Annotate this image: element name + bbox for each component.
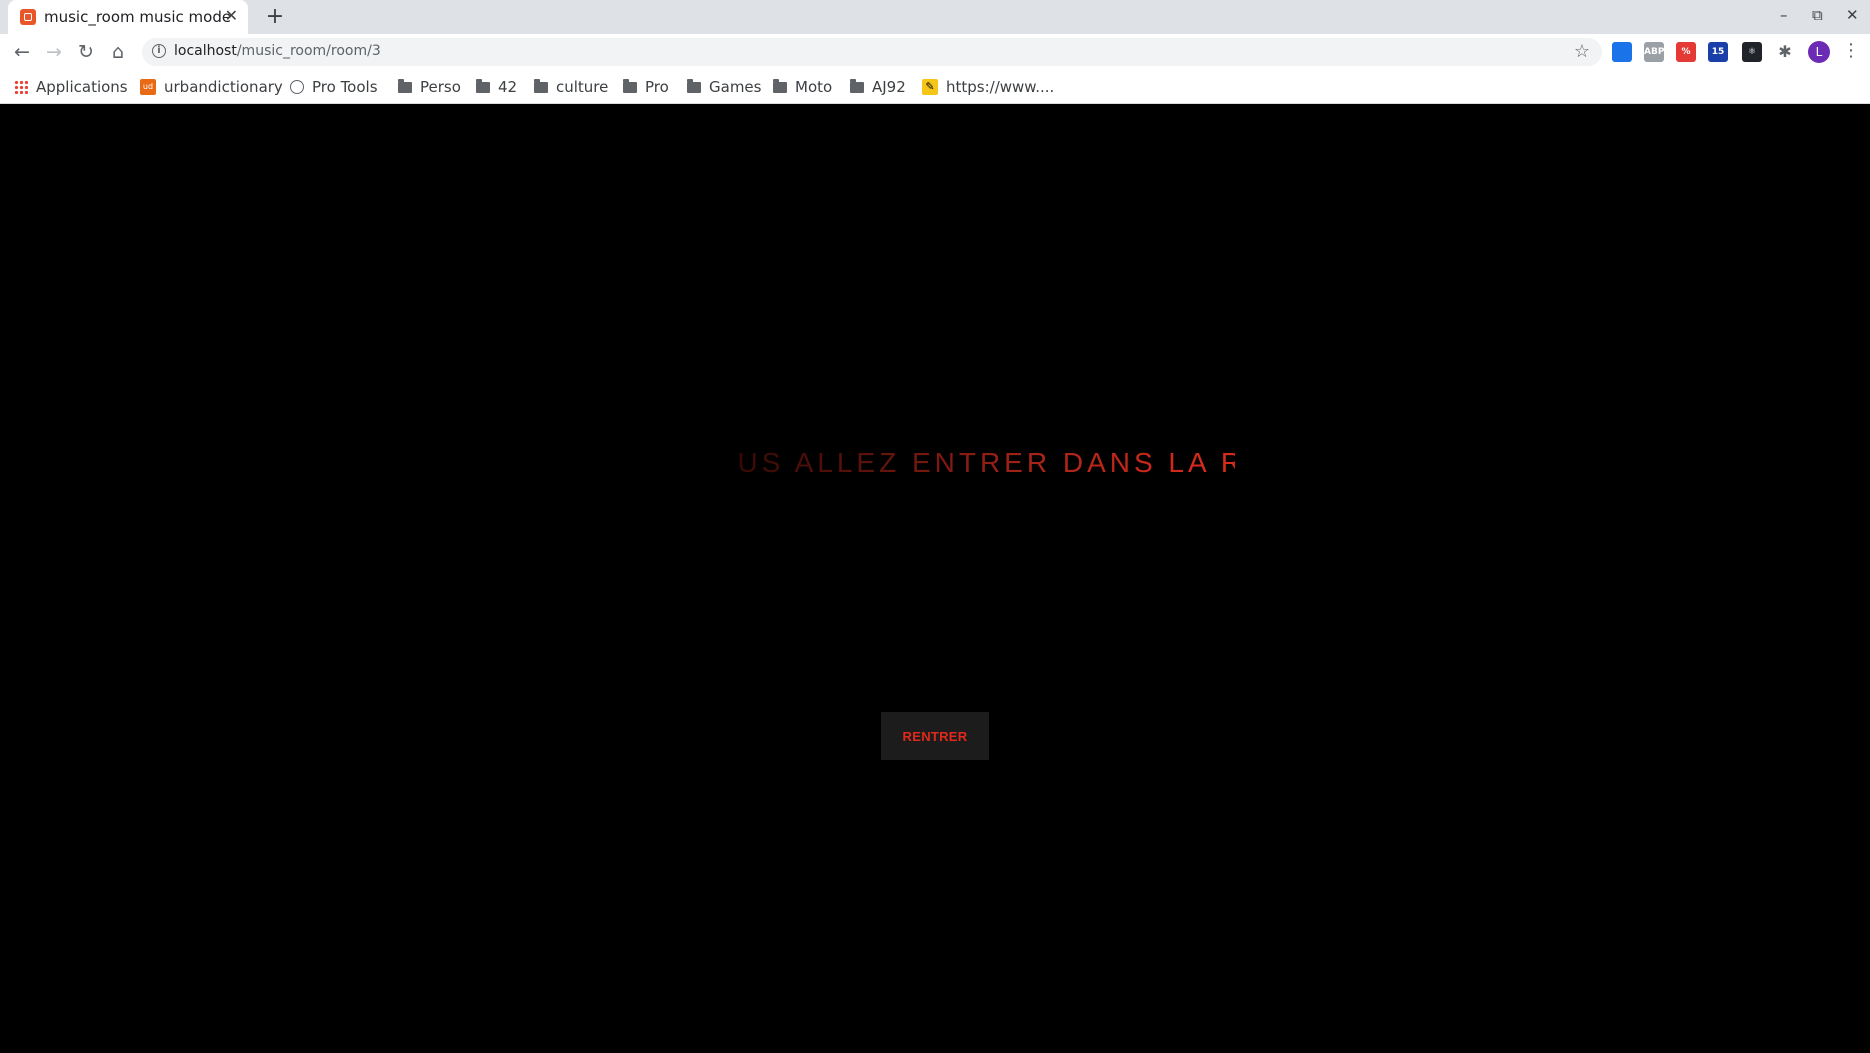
graduation-extension-icon[interactable]: 15: [1708, 42, 1728, 62]
pdf-extension-icon[interactable]: %: [1676, 42, 1696, 62]
bookmark-aj92[interactable]: AJ92: [850, 77, 906, 97]
bookmark-label: culture: [556, 78, 609, 96]
minimize-button[interactable]: –: [1780, 6, 1788, 24]
address-bar[interactable]: i localhost/music_room/room/3 ☆: [142, 38, 1602, 66]
new-tab-button[interactable]: +: [262, 4, 288, 29]
bookmark-urbandictionary[interactable]: ud urbandictionary: [140, 77, 283, 97]
restore-button[interactable]: ⧉: [1812, 6, 1823, 24]
bookmark-label: https://www....: [946, 78, 1055, 96]
forward-arrow-icon[interactable]: →: [42, 40, 66, 64]
bookmark-label: Perso: [420, 78, 461, 96]
page-content: [0, 104, 1870, 1053]
folder-icon: [476, 78, 490, 93]
folder-icon: [773, 78, 787, 93]
folder-icon: [623, 78, 637, 93]
bookmark-label: AJ92: [872, 78, 906, 96]
marquee-text: VOUS ALLEZ ENTRER DANS LA ROOM: [735, 447, 1235, 479]
pen-icon: ✎: [922, 79, 938, 95]
bookmarks-bar: Applications ud urbandictionary Pro Tools Pe…: [0, 70, 1870, 104]
folder-icon: [398, 78, 412, 93]
bookmark-label: urbandictionary: [164, 78, 283, 96]
bookmark-moto[interactable]: Moto: [773, 77, 832, 97]
bookmark-label: Pro: [645, 78, 669, 96]
bookmark-label: Pro Tools: [312, 78, 378, 96]
tab-strip: music_room music mode ✕ + – ⧉ ✕: [0, 0, 1870, 34]
close-window-button[interactable]: ✕: [1846, 6, 1859, 24]
close-tab-icon[interactable]: ✕: [225, 6, 238, 25]
bookmark-star-icon[interactable]: ☆: [1574, 41, 1590, 62]
bookmark-games[interactable]: Games: [687, 77, 761, 97]
reload-icon[interactable]: ↻: [74, 40, 98, 64]
globe-icon: [290, 80, 304, 94]
url-path: /music_room/room/3: [236, 43, 381, 59]
browser-menu-icon[interactable]: ⋮: [1842, 40, 1860, 61]
bookmark-42[interactable]: 42: [476, 77, 517, 97]
browser-toolbar: ← → ↻ ⌂ i localhost/music_room/room/3 ☆ …: [0, 34, 1870, 70]
bookmark-pro-tools[interactable]: Pro Tools: [290, 77, 378, 97]
urbandictionary-icon: ud: [140, 79, 156, 95]
tab-favicon-icon: [20, 9, 36, 25]
folder-icon: [850, 78, 864, 93]
window-extension-icon[interactable]: [1612, 42, 1632, 62]
home-icon[interactable]: ⌂: [106, 40, 130, 64]
folder-icon: [687, 78, 701, 93]
site-info-icon[interactable]: i: [152, 44, 166, 58]
enter-room-button[interactable]: RENTRER: [881, 712, 989, 760]
react-devtools-icon[interactable]: ⚛: [1742, 42, 1762, 62]
bookmark-https-www[interactable]: ✎ https://www....: [922, 77, 1054, 97]
bookmark-label: Moto: [795, 78, 833, 96]
bookmark-label: 42: [498, 78, 518, 96]
bookmark-perso[interactable]: Perso: [398, 77, 461, 97]
extensions-puzzle-icon[interactable]: ✱: [1775, 42, 1795, 62]
folder-icon: [534, 78, 548, 93]
tab-title: music_room music mode: [44, 8, 232, 26]
active-tab[interactable]: music_room music mode ✕: [8, 0, 248, 34]
apps-grid-icon: [14, 80, 28, 94]
url-text[interactable]: localhost/music_room/room/3: [174, 43, 381, 59]
adblock-plus-icon[interactable]: ABP: [1644, 42, 1664, 62]
bookmark-applications[interactable]: Applications: [14, 77, 128, 97]
profile-avatar[interactable]: L: [1808, 41, 1830, 63]
bookmark-label: Applications: [36, 78, 128, 96]
bookmark-label: Games: [709, 78, 762, 96]
marquee-container: VOUS ALLEZ ENTRER DANS LA ROOM: [735, 445, 1235, 485]
bookmark-pro[interactable]: Pro: [623, 77, 669, 97]
bookmark-culture[interactable]: culture: [534, 77, 608, 97]
url-host: localhost: [174, 43, 237, 59]
back-arrow-icon[interactable]: ←: [10, 40, 34, 64]
